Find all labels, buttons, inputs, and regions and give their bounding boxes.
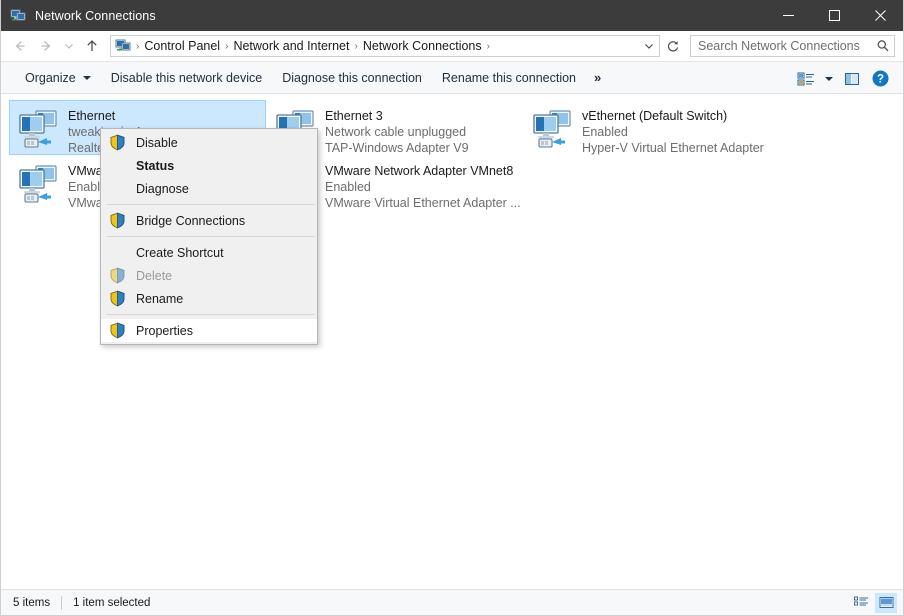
breadcrumb-item-network-connections[interactable]: Network Connections [360,39,485,53]
context-menu[interactable]: Disable Status Diagnose Bridge Connections C… [100,128,318,345]
command-bar: Organize Disable this network device Dia… [1,61,903,94]
chevron-down-icon[interactable] [639,36,659,56]
shield-icon [109,322,126,339]
back-arrow-icon[interactable] [7,34,33,58]
menu-item-label: Diagnose [136,181,189,196]
menu-item-rename[interactable]: Rename [101,287,317,310]
connection-status: Enabled [325,180,371,194]
forward-arrow-icon[interactable] [33,34,59,58]
menu-icon-placeholder [109,244,126,261]
connection-adapter: Hyper-V Virtual Ethernet Adapter [582,141,764,155]
menu-item-delete: Delete [101,264,317,287]
connection-text: vEthernet (Default Switch) Enabled Hyper-V… [582,105,764,156]
recent-locations-icon[interactable] [59,34,79,58]
large-icons-view-icon[interactable] [875,592,897,613]
connection-adapter: VMware Virtual Ethernet Adapter ... [325,196,521,210]
status-bar: 5 items 1 item selected [1,589,903,615]
network-adapter-connected-icon [14,160,62,208]
breadcrumb[interactable]: › Control Panel › Network and Internet ›… [110,35,660,57]
menu-icon-placeholder [109,180,126,197]
window-controls [765,0,903,31]
refresh-icon[interactable] [662,35,684,57]
window-title: Network Connections [35,8,156,23]
breadcrumb-separator: › [136,40,140,52]
connection-name: Ethernet 3 [325,109,383,123]
menu-icon-placeholder [109,157,126,174]
menu-item-label: Status [136,158,175,173]
menu-item-create-shortcut[interactable]: Create Shortcut [101,241,317,264]
chevron-down-icon [82,75,91,80]
organize-button[interactable]: Organize [15,67,101,89]
menu-item-properties[interactable]: Properties [101,319,317,342]
connection-name: Ethernet [68,109,116,123]
menu-item-label: Bridge Connections [136,213,246,228]
connection-adapter: TAP-Windows Adapter V9 [325,141,469,155]
organize-label: Organize [25,70,76,85]
connection-status: Enabled [582,125,628,139]
connection-name: VMware Network Adapter VMnet8 [325,164,514,178]
details-view-icon[interactable] [850,593,872,613]
view-options-icon[interactable] [793,67,819,91]
command-bar-right: ? [793,62,893,95]
address-bar: › Control Panel › Network and Internet ›… [1,31,903,61]
connection-text: VMware Network Adapter VMnet8 Enabled VMwa… [325,160,521,211]
menu-item-label: Delete [136,268,173,283]
preview-pane-icon[interactable] [839,67,865,91]
up-arrow-icon[interactable] [79,34,105,58]
menu-item-status[interactable]: Status [101,154,317,177]
menu-item-disable[interactable]: Disable [101,131,317,154]
breadcrumb-separator: › [225,40,229,52]
minimize-button[interactable] [765,0,811,31]
menu-separator [107,204,315,205]
shield-icon [109,134,126,151]
connection-status: Network cable unplugged [325,125,467,139]
help-icon[interactable]: ? [867,67,893,91]
search-box[interactable] [690,35,895,57]
maximize-button[interactable] [811,0,857,31]
network-connections-window: Network Connections › Control Panel › Ne… [0,0,904,616]
title-bar: Network Connections [1,0,903,31]
shield-icon [109,267,126,284]
toolbar-overflow-button[interactable]: » [586,66,609,89]
menu-item-label: Disable [136,135,178,150]
breadcrumb-item-control-panel[interactable]: Control Panel [141,39,223,53]
diagnose-connection-button[interactable]: Diagnose this connection [272,67,432,89]
svg-text:?: ? [876,74,883,86]
network-adapter-connected-icon [528,105,576,153]
shield-icon [109,212,126,229]
view-options-dropdown[interactable] [821,67,837,91]
close-button[interactable] [857,0,903,31]
network-connections-icon [10,8,26,24]
status-view-buttons [850,592,897,613]
control-panel-icon [115,38,131,54]
item-count-label: 5 items [13,596,51,609]
menu-separator [107,314,315,315]
breadcrumb-separator: › [486,40,490,52]
connection-text: Ethernet 3 Network cable unplugged TAP-Win… [325,105,469,156]
search-input[interactable] [691,39,872,53]
connection-name: vEthernet (Default Switch) [582,109,728,123]
breadcrumb-separator: › [354,40,358,52]
menu-item-diagnose[interactable]: Diagnose [101,177,317,200]
disable-network-device-button[interactable]: Disable this network device [101,67,272,89]
status-divider [61,595,63,610]
menu-separator [107,236,315,237]
menu-item-bridge-connections[interactable]: Bridge Connections [101,209,317,232]
rename-connection-button[interactable]: Rename this connection [432,67,586,89]
breadcrumb-item-network-and-internet[interactable]: Network and Internet [230,39,352,53]
connection-item[interactable]: vEthernet (Default Switch) Enabled Hyper-V… [523,100,780,155]
shield-icon [109,290,126,307]
search-icon [872,39,894,53]
selection-label: 1 item selected [73,596,151,609]
network-adapter-connected-icon [14,105,62,153]
menu-item-label: Rename [136,291,184,306]
menu-item-label: Create Shortcut [136,245,224,260]
menu-item-label: Properties [136,323,193,338]
